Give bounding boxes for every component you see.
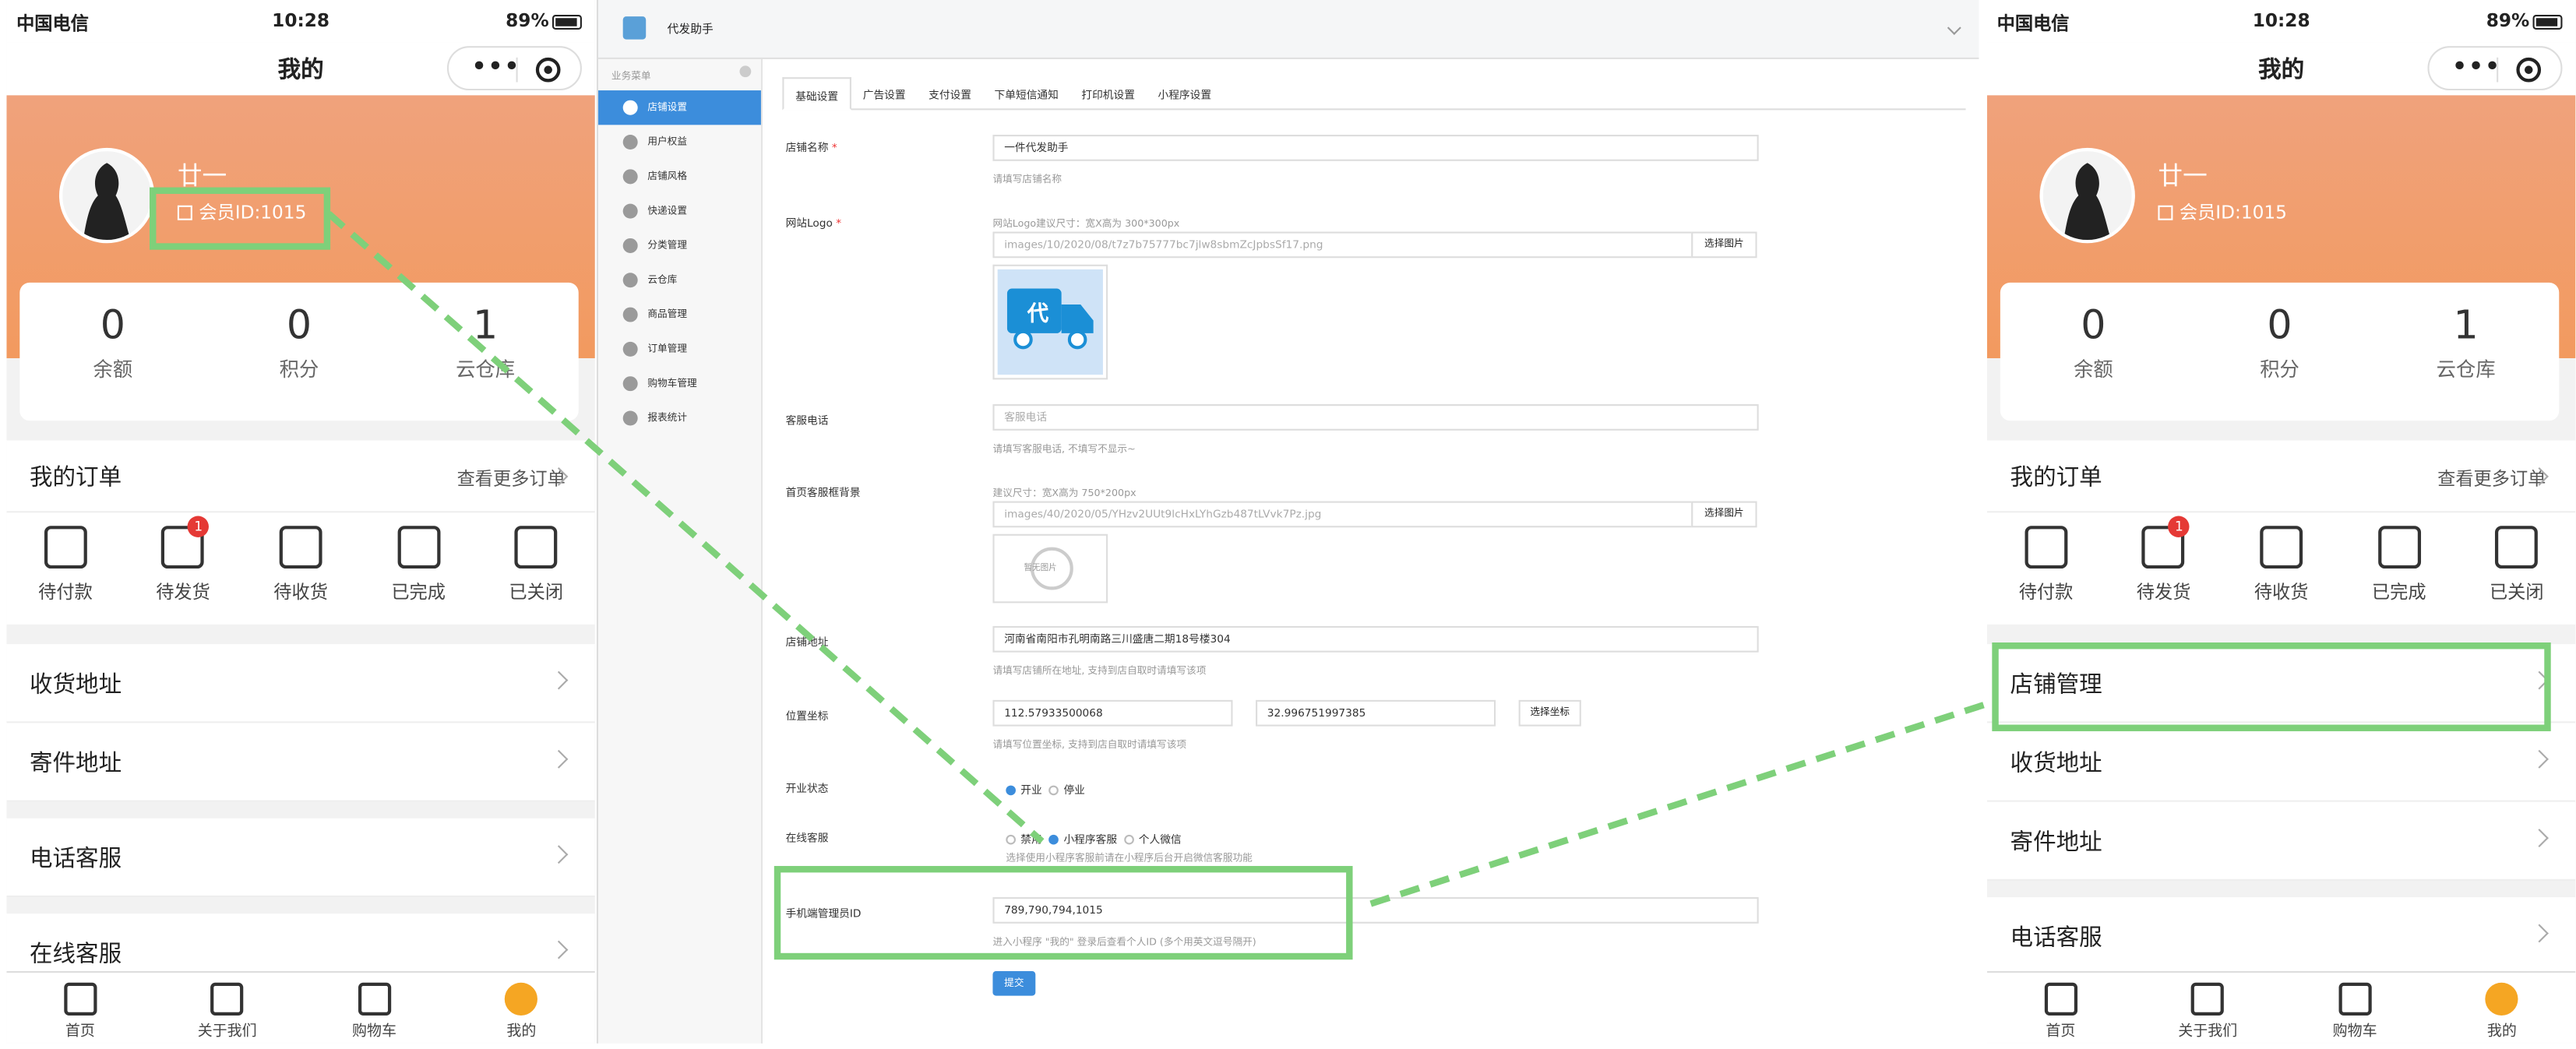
connector-lines (326, 211, 1990, 907)
composite-canvas: 中国电信 10:28 89% 我的 ••• 廿一 会员ID:1015 0 余额 0… (0, 0, 2576, 1048)
connector-member-to-admin (326, 211, 1045, 844)
connector-admin-to-shop (1369, 700, 1990, 907)
